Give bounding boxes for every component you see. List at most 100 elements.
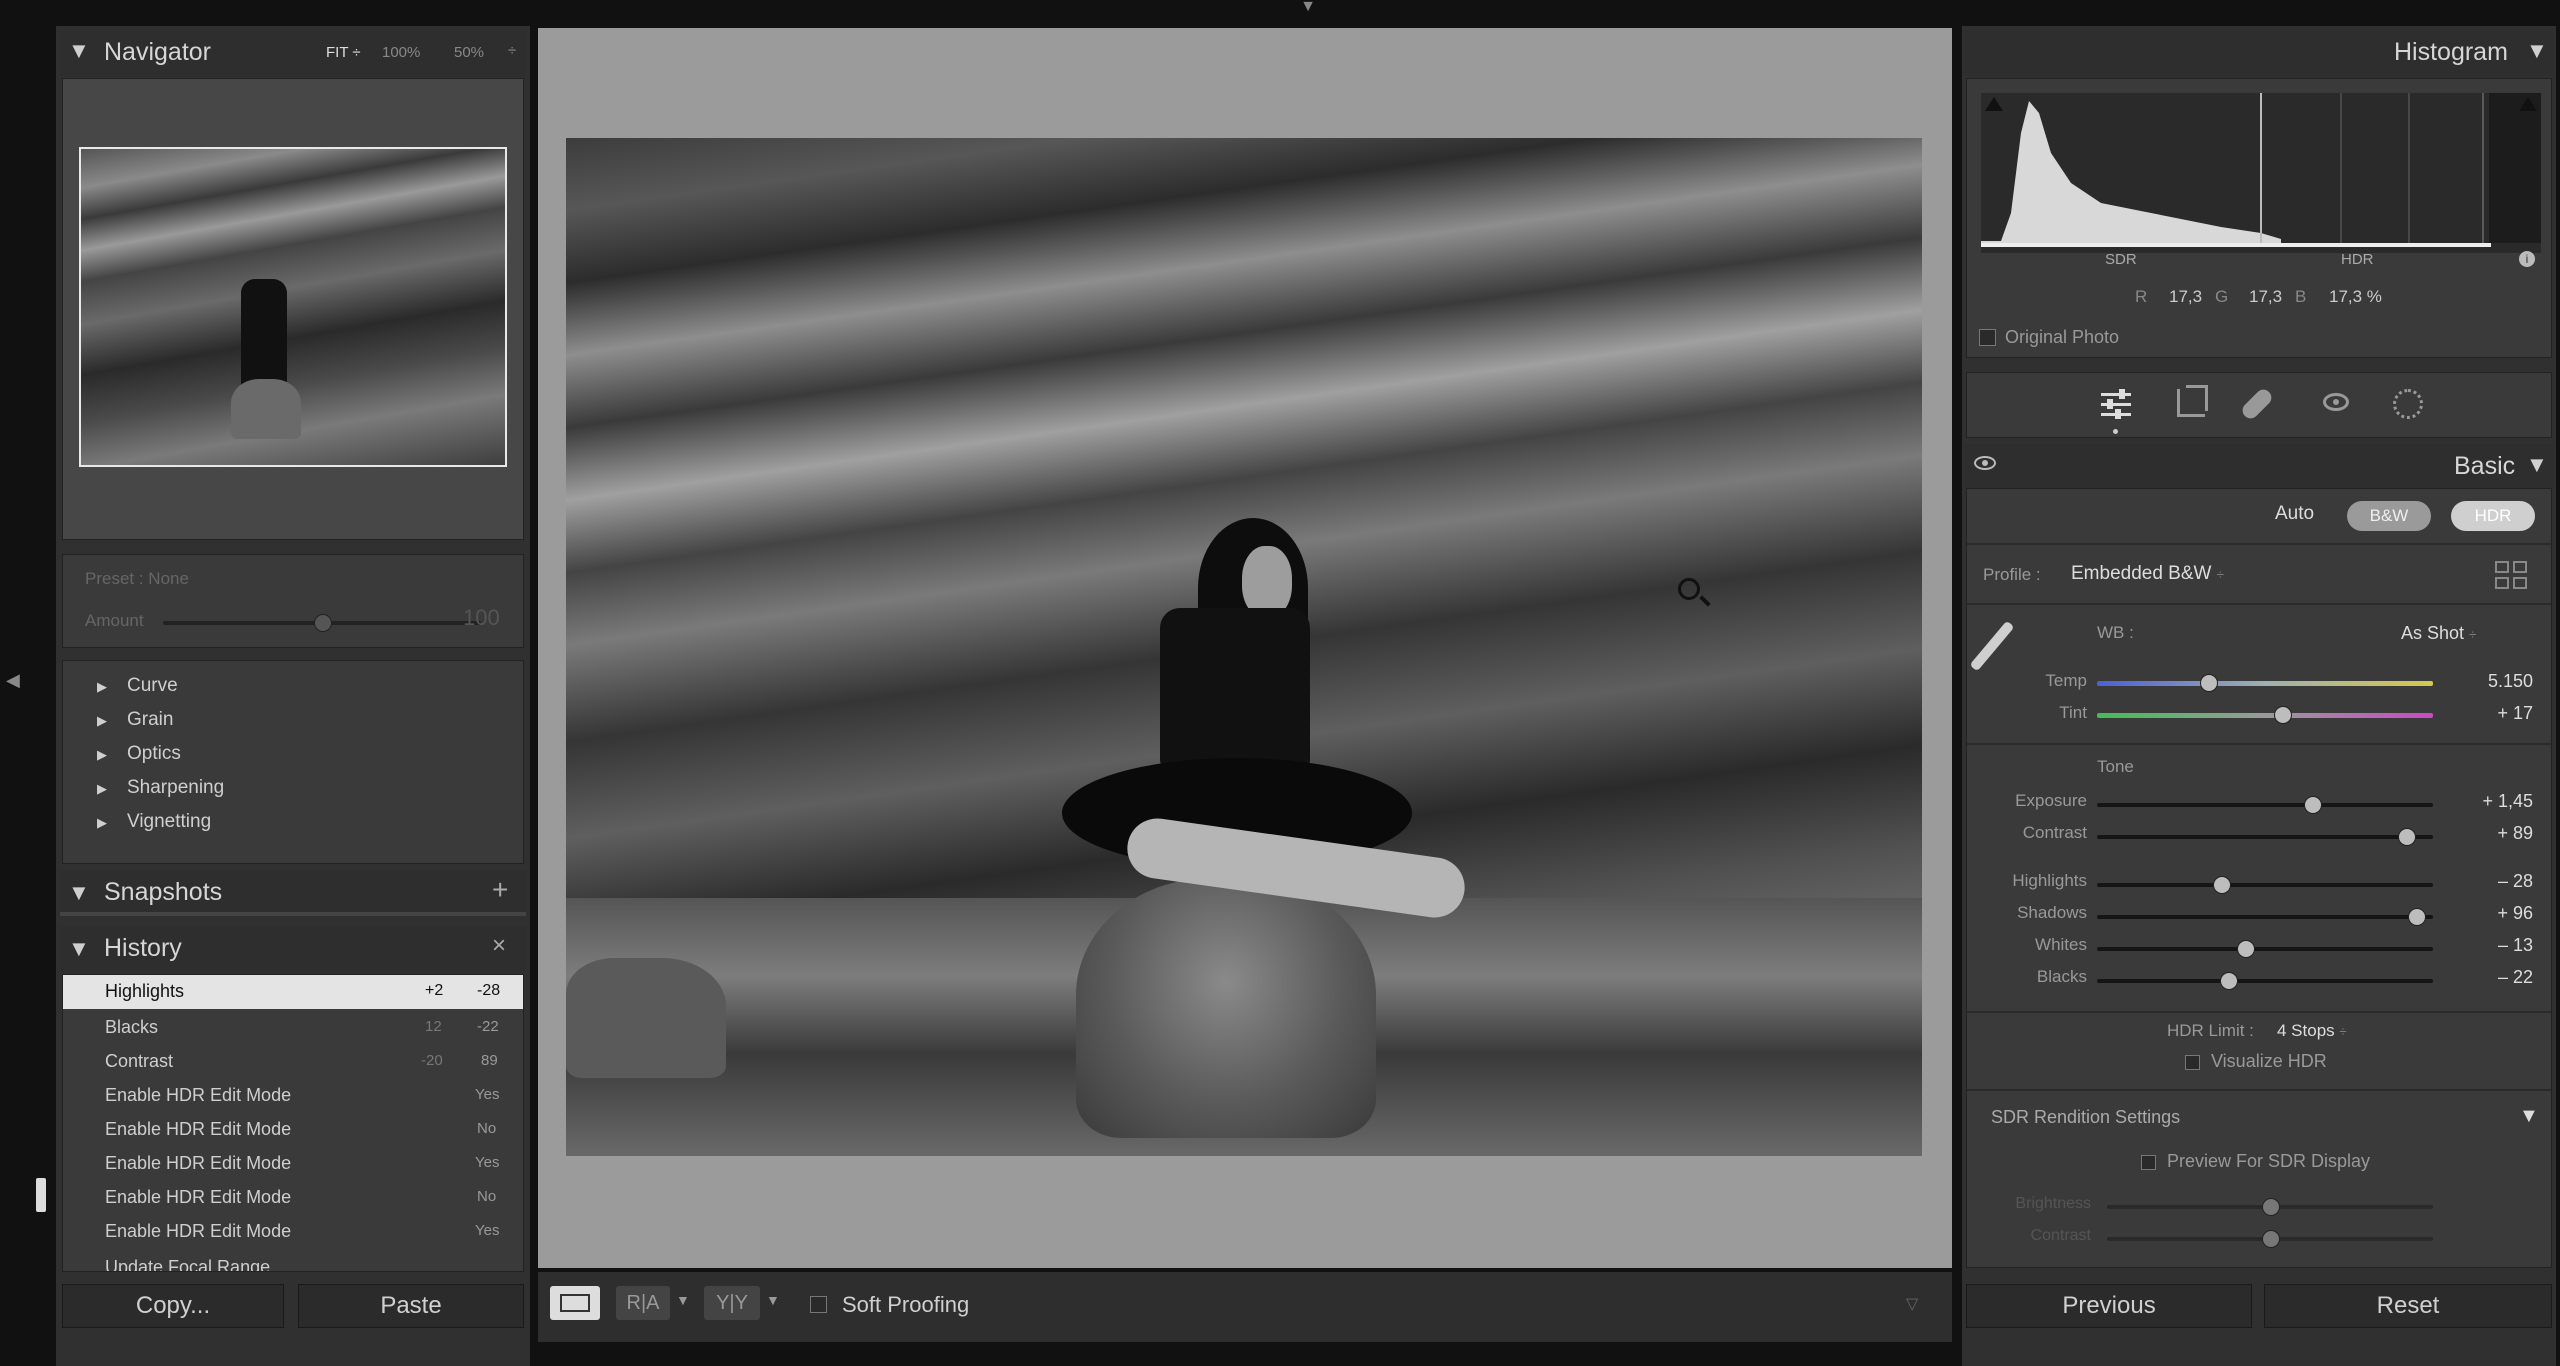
section-sharpening[interactable]: ▶ Sharpening <box>97 777 224 799</box>
section-grain[interactable]: ▶ Grain <box>97 709 173 731</box>
contrast-thumb[interactable] <box>2398 828 2417 846</box>
preset-amount-thumb[interactable] <box>314 614 332 632</box>
wb-dropdown[interactable]: As Shot ÷ <box>2401 623 2476 644</box>
blacks-slider[interactable] <box>2097 972 2433 990</box>
history-item[interactable]: Enable HDR Edit Mode No <box>63 1179 523 1213</box>
shadow-clipping-icon[interactable] <box>1985 97 2003 111</box>
contrast-value[interactable]: + 89 <box>2443 823 2533 844</box>
main-photo[interactable] <box>566 138 1922 1156</box>
sdr-contrast-thumb[interactable] <box>2262 1230 2280 1248</box>
reset-button[interactable]: Reset <box>2264 1284 2552 1328</box>
left-edge-arrow[interactable]: ◀ <box>6 670 20 691</box>
zoom-100[interactable]: 100% <box>382 44 420 61</box>
temp-value[interactable]: 5.150 <box>2443 671 2533 692</box>
brightness-slider[interactable] <box>2107 1198 2433 1216</box>
history-item[interactable]: Contrast -20 89 <box>63 1043 523 1077</box>
before-after-ra-button[interactable]: R|A <box>616 1286 670 1320</box>
navigator-thumbnail[interactable] <box>79 147 507 467</box>
snapshots-header[interactable]: ▼ Snapshots + <box>60 870 526 916</box>
blacks-value[interactable]: – 22 <box>2443 967 2533 988</box>
hdr-limit-dropdown[interactable]: 4 Stops ÷ <box>2277 1021 2347 1041</box>
temp-thumb[interactable] <box>2199 674 2218 692</box>
history-item[interactable]: Enable HDR Edit Mode Yes <box>63 1077 523 1111</box>
highlights-slider[interactable] <box>2097 876 2433 894</box>
exposure-value[interactable]: + 1,45 <box>2443 791 2533 812</box>
history-item[interactable]: Enable HDR Edit Mode No <box>63 1111 523 1145</box>
brightness-label: Brightness <box>2015 1195 2091 1212</box>
soft-proofing-checkbox[interactable] <box>810 1296 827 1313</box>
highlights-value[interactable]: – 28 <box>2443 871 2533 892</box>
hdr-button[interactable]: HDR <box>2451 501 2535 531</box>
sdr-rendition-collapse-icon[interactable]: ▼ <box>2519 1105 2539 1128</box>
basic-header[interactable]: Basic ▼ <box>1964 444 2554 488</box>
masking-icon[interactable] <box>2393 389 2423 419</box>
snapshots-collapse-icon[interactable]: ▼ <box>68 880 90 906</box>
brightness-thumb[interactable] <box>2262 1198 2280 1216</box>
exposure-slider[interactable] <box>2097 796 2433 814</box>
loupe-view-button[interactable] <box>550 1286 600 1320</box>
history-item[interactable]: Highlights +2 -28 <box>63 975 523 1009</box>
preset-amount-track[interactable] <box>163 614 481 632</box>
zoom-fit[interactable]: FIT ÷ <box>326 44 361 61</box>
zoom-50[interactable]: 50% <box>454 44 484 61</box>
tint-slider[interactable] <box>2097 706 2433 724</box>
contrast-slider[interactable] <box>2097 828 2433 846</box>
preview-sdr-checkbox[interactable] <box>2141 1155 2156 1170</box>
history-item[interactable]: Enable HDR Edit Mode Yes <box>63 1213 523 1247</box>
tint-value[interactable]: + 17 <box>2443 703 2533 724</box>
basic-collapse-icon[interactable]: ▼ <box>2526 452 2548 478</box>
top-collapse-arrow[interactable]: ▼ <box>1296 0 1320 16</box>
history-header[interactable]: ▼ History × <box>60 926 526 972</box>
sdr-contrast-slider[interactable] <box>2107 1230 2433 1248</box>
shadows-value[interactable]: + 96 <box>2443 903 2533 924</box>
left-scroll-handle[interactable] <box>36 1178 46 1212</box>
add-snapshot-button[interactable]: + <box>492 874 508 906</box>
history-collapse-icon[interactable]: ▼ <box>68 936 90 962</box>
before-after-yy-button[interactable]: Y|Y <box>704 1286 760 1320</box>
histogram-info-icon[interactable]: i <box>2519 251 2535 267</box>
yy-dropdown-icon[interactable]: ▼ <box>766 1292 780 1308</box>
ra-dropdown-icon[interactable]: ▼ <box>676 1292 690 1308</box>
whites-thumb[interactable] <box>2236 940 2255 958</box>
red-eye-icon[interactable] <box>2323 393 2349 411</box>
temp-slider[interactable] <box>2097 674 2433 692</box>
original-photo-checkbox[interactable] <box>1979 329 1996 346</box>
whites-slider[interactable] <box>2097 940 2433 958</box>
history-item[interactable]: Blacks 12 -22 <box>63 1009 523 1043</box>
zoom-more[interactable]: ÷ <box>508 42 516 59</box>
highlight-clipping-icon[interactable] <box>2519 97 2537 111</box>
basic-visibility-eye-icon[interactable] <box>1974 456 1996 470</box>
history-list: Highlights +2 -28 Blacks 12 -22 Contrast… <box>62 974 524 1272</box>
highlights-thumb[interactable] <box>2213 876 2232 894</box>
crop-icon[interactable] <box>2177 385 2208 417</box>
copy-settings-button[interactable]: Copy... <box>62 1284 284 1328</box>
clear-history-button[interactable]: × <box>492 932 506 960</box>
profile-dropdown[interactable]: Embedded B&W ÷ <box>2071 563 2224 585</box>
navigator-header[interactable]: ▼ Navigator FIT ÷ 100% 50% ÷ <box>60 30 526 76</box>
history-item[interactable]: Enable HDR Edit Mode Yes <box>63 1145 523 1179</box>
visualize-hdr-checkbox[interactable] <box>2185 1055 2200 1070</box>
healing-icon[interactable] <box>2239 386 2275 422</box>
section-curve[interactable]: ▶ Curve <box>97 675 178 697</box>
histogram-collapse-icon[interactable]: ▼ <box>2526 38 2548 64</box>
sdr-rendition-label: SDR Rendition Settings <box>1991 1107 2181 1127</box>
profile-browser-icon[interactable] <box>2495 561 2529 591</box>
paste-settings-button[interactable]: Paste <box>298 1284 524 1328</box>
blacks-thumb[interactable] <box>2220 972 2239 990</box>
whites-value[interactable]: – 13 <box>2443 935 2533 956</box>
toolbar-menu-icon[interactable]: ▽ <box>1906 1294 1918 1314</box>
wb-eyedropper-icon[interactable] <box>1969 620 2015 672</box>
shadows-slider[interactable] <box>2097 908 2433 926</box>
previous-button[interactable]: Previous <box>1966 1284 2252 1328</box>
tint-thumb[interactable] <box>2273 706 2292 724</box>
shadows-thumb[interactable] <box>2408 908 2427 926</box>
history-item[interactable]: Update Focal Range <box>63 1251 523 1271</box>
exposure-thumb[interactable] <box>2304 796 2323 814</box>
edit-sliders-icon[interactable] <box>2101 389 2131 419</box>
histogram-header[interactable]: Histogram ▼ <box>1964 30 2554 76</box>
auto-button[interactable]: Auto <box>2275 503 2314 525</box>
section-optics[interactable]: ▶ Optics <box>97 743 181 765</box>
bw-button[interactable]: B&W <box>2347 501 2431 531</box>
navigator-collapse-icon[interactable]: ▼ <box>68 38 90 64</box>
section-vignetting[interactable]: ▶ Vignetting <box>97 811 211 833</box>
